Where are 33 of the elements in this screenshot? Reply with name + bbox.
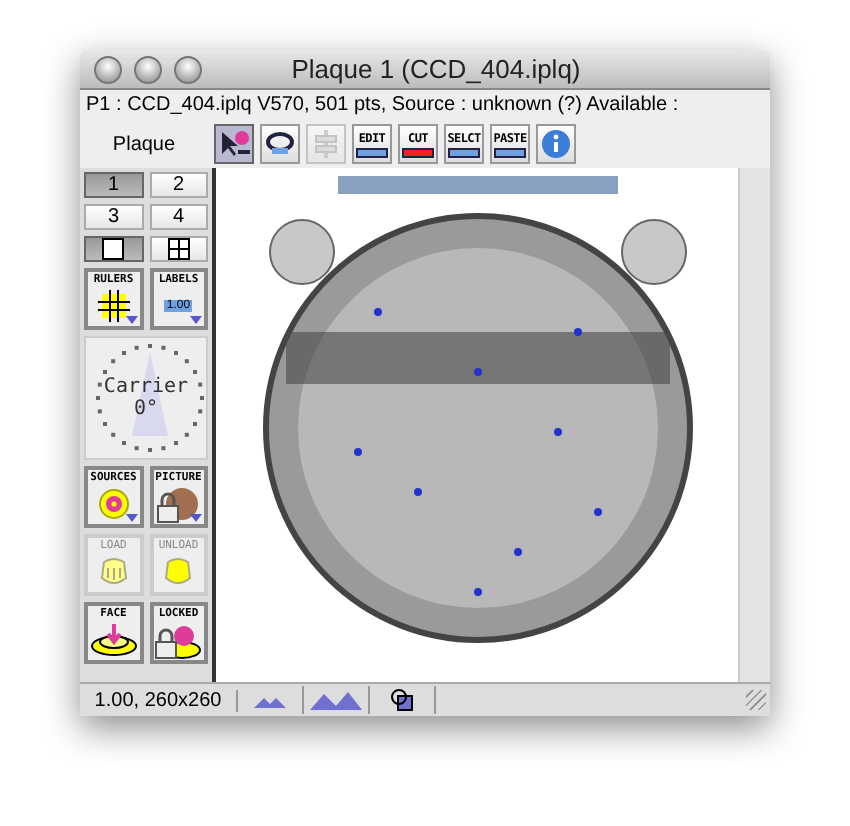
grid-icon xyxy=(167,238,190,260)
minimize-button[interactable] xyxy=(134,55,162,83)
zoom-status: 1.00, 260x260 xyxy=(80,689,238,711)
page-button[interactable]: 1 xyxy=(84,172,143,198)
carrier-dial[interactable]: Carrier 0° xyxy=(84,336,208,460)
page-button[interactable]: 4 xyxy=(149,204,208,230)
copy-icon xyxy=(390,688,414,712)
ring-icon xyxy=(264,128,296,160)
pointer-icon xyxy=(218,128,250,160)
page-button[interactable]: 3 xyxy=(84,204,143,230)
mountain-icon xyxy=(310,690,362,710)
lock-icon xyxy=(154,624,203,660)
close-button[interactable] xyxy=(94,55,122,83)
shield-icon xyxy=(162,556,195,588)
align-icon xyxy=(310,128,342,160)
shield-icon xyxy=(97,556,130,588)
zoom-button[interactable] xyxy=(174,55,202,83)
square-icon xyxy=(102,238,125,260)
resize-grip-icon[interactable] xyxy=(746,690,766,710)
mountain-icon xyxy=(254,692,286,708)
toolbar-label: Plaque xyxy=(110,133,178,155)
grid-view-button[interactable] xyxy=(149,236,208,262)
page-button[interactable]: 2 xyxy=(149,172,208,198)
radiation-icon xyxy=(95,488,132,520)
plate-icon xyxy=(89,624,138,656)
grid-icon xyxy=(95,290,132,322)
scrollbar[interactable] xyxy=(738,168,770,682)
window-title: Plaque 1 (CCD_404.iplq) xyxy=(289,54,583,84)
lock-icon xyxy=(156,488,201,524)
single-view-button[interactable] xyxy=(84,236,143,262)
info-icon xyxy=(540,128,572,160)
toolbar-icon-button[interactable] xyxy=(214,124,254,164)
toolbar-icon-button[interactable] xyxy=(260,124,300,164)
